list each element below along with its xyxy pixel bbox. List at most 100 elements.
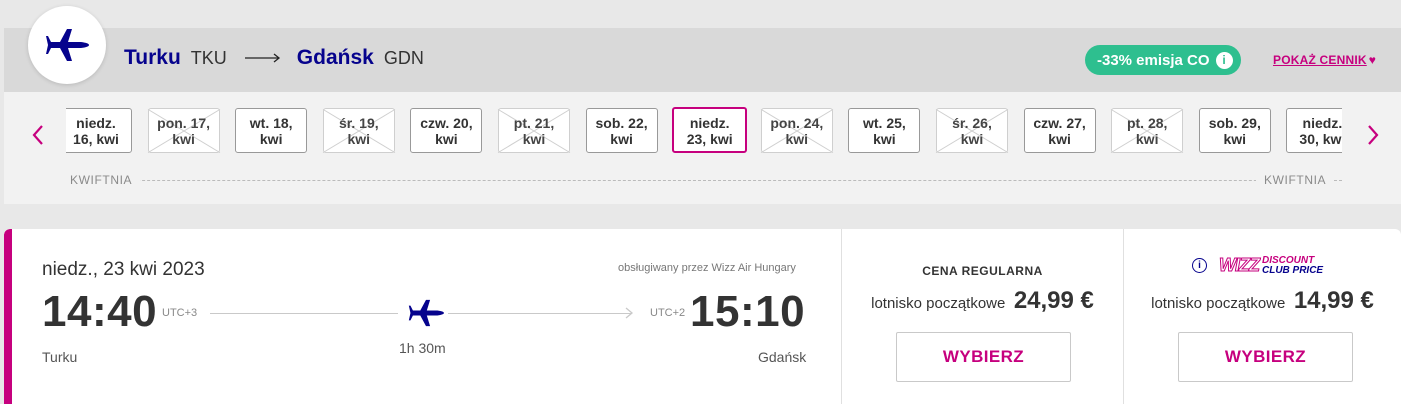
arrival-time: 15:10 (690, 287, 806, 336)
date-tile-day: czw. 27, (1033, 115, 1086, 131)
departure-time: 14:40 (42, 287, 158, 336)
select-club-fare-button[interactable]: WYBIERZ (1178, 332, 1353, 382)
flight-duration: 1h 30m (399, 340, 446, 356)
destination-code: GDN (383, 47, 424, 68)
date-tile-day: pt. 28, (1126, 115, 1168, 131)
heart-icon: ♥ (1368, 53, 1377, 67)
club-fare: i WIZZ DISCOUNT CLUB PRICE lotnisko pocz… (1123, 229, 1401, 404)
date-tile-day: wt. 25, (862, 115, 906, 131)
date-tile-day: pon. 17, (157, 115, 211, 131)
co2-emission-badge[interactable]: -33% emisja CO i (1085, 45, 1241, 75)
airplane-icon (46, 29, 89, 61)
date-tile-date: kwi (522, 131, 546, 147)
date-tile[interactable]: czw. 27, kwi (1023, 108, 1096, 153)
fare-label: lotnisko początkowe (1151, 295, 1286, 312)
select-regular-fare-button[interactable]: WYBIERZ (896, 332, 1071, 382)
date-carousel: niedz. 16, kwi pon. 17, kwi wt. 18, kwi śr. 19… (4, 92, 1401, 204)
wizz-logo-mark: WIZZ (1219, 255, 1261, 276)
arrival-utc: UTC+2 (650, 307, 686, 319)
origin-code: TKU (190, 47, 227, 68)
date-tile[interactable]: czw. 20, kwi (410, 108, 483, 153)
selected-accent-bar (4, 229, 12, 404)
arrow-head-icon (625, 307, 634, 319)
wizz-discount-club-logo: WIZZ DISCOUNT CLUB PRICE (1219, 254, 1324, 276)
date-tile-day: śr. 19, (338, 115, 379, 131)
month-label-right: KWIFTNIA (1256, 173, 1335, 187)
date-tile[interactable]: wt. 25, kwi (848, 108, 921, 153)
date-tile-date: kwi (1048, 131, 1071, 147)
track-line (210, 313, 398, 314)
date-tile-day: czw. 20, (420, 115, 473, 131)
date-tile-date: kwi (960, 131, 984, 147)
departure-utc: UTC+3 (162, 307, 198, 319)
date-list: niedz. 16, kwi pon. 17, kwi wt. 18, kwi śr. 19… (66, 107, 1342, 155)
operated-by: obsługiwany przez Wizz Air Hungary (618, 262, 796, 274)
date-tile-day: wt. 18, (249, 115, 293, 131)
club-fare-header: i WIZZ DISCOUNT CLUB PRICE (1192, 255, 1323, 276)
date-tile[interactable]: pon. 17, kwi (147, 108, 220, 153)
date-tile[interactable]: sob. 29, kwi (1198, 108, 1271, 153)
date-tile-date: kwi (259, 131, 283, 147)
date-tile-date: 30, kwi (1299, 131, 1342, 147)
info-icon[interactable]: i (1192, 258, 1207, 273)
track-line (448, 313, 632, 314)
regular-fare-price: lotnisko początkowe 24,99 € (842, 287, 1123, 315)
date-tile-date: kwi (435, 131, 458, 147)
fare-label: lotnisko początkowe (871, 295, 1006, 312)
flight-date: niedz., 23 kwi 2023 (42, 259, 205, 280)
date-tile[interactable]: pt. 21, kwi (498, 108, 570, 153)
date-tile-day: śr. 26, (952, 115, 992, 131)
show-prices-link[interactable]: POKAŻ CENNIK ♥ (1273, 53, 1376, 67)
date-tile-selected[interactable]: niedz. 23, kwi (672, 107, 748, 153)
date-tile[interactable]: pt. 28, kwi (1111, 108, 1184, 153)
route-summary: Turku TKU Gdańsk GDN (124, 46, 424, 70)
date-tile-day: niedz. (76, 115, 116, 131)
logo-line-club-price: CLUB PRICE (1261, 264, 1324, 276)
arrival-city: Gdańsk (758, 349, 807, 365)
info-icon[interactable]: i (1215, 51, 1233, 69)
date-tile-date: 16, kwi (73, 131, 119, 147)
flight-search-page: Turku TKU Gdańsk GDN -33% emisja CO i PO… (0, 0, 1401, 404)
date-tile[interactable]: śr. 26, kwi (936, 108, 1008, 153)
regular-fare-title: CENA REGULARNA (922, 264, 1043, 278)
date-tile[interactable]: sob. 22, kwi (585, 108, 658, 153)
flight-logo (28, 6, 106, 84)
departure-city: Turku (42, 349, 78, 365)
long-arrow-icon (244, 53, 280, 63)
date-tile-day: pon. 24, (770, 115, 824, 131)
co2-emission-text: -33% emisja CO (1097, 51, 1210, 69)
date-tile-date: kwi (785, 131, 809, 147)
chevron-right-icon[interactable] (1361, 120, 1385, 150)
month-divider (72, 180, 1342, 181)
fare-amount: 24,99 € (1013, 287, 1094, 314)
airplane-icon (408, 299, 444, 327)
date-tile-date: kwi (1135, 131, 1159, 147)
date-tile-day: niedz. (1302, 115, 1342, 131)
month-label-left: KWIFTNIA (62, 173, 141, 187)
origin-city: Turku (124, 46, 181, 69)
date-tile-date: 23, kwi (686, 131, 733, 147)
date-tile[interactable]: niedz. 16, kwi (66, 108, 132, 153)
club-fare-price: lotnisko początkowe 14,99 € (1124, 287, 1401, 315)
date-tile-day: sob. 29, (1208, 115, 1261, 131)
date-tile[interactable]: wt. 18, kwi (235, 108, 308, 153)
date-tile-date: kwi (172, 131, 195, 147)
date-tile[interactable]: śr. 19, kwi (322, 108, 395, 153)
fare-amount: 14,99 € (1293, 287, 1374, 314)
chevron-left-icon[interactable] (26, 120, 50, 150)
flight-track (210, 299, 640, 332)
date-tile-day: niedz. (689, 115, 730, 131)
date-tile-date: kwi (610, 131, 633, 147)
date-tile-date: kwi (347, 131, 371, 147)
date-tile[interactable]: pon. 24, kwi (760, 108, 833, 153)
flight-card: niedz., 23 kwi 2023 obsługiwany przez Wi… (4, 229, 1401, 404)
logo-line-discount: DISCOUNT (1261, 254, 1315, 266)
date-tile-day: pt. 21, (513, 115, 555, 131)
destination-city: Gdańsk (296, 46, 374, 69)
date-tile[interactable]: niedz. 30, kwi (1286, 108, 1342, 153)
date-tile-date: kwi (1223, 131, 1247, 147)
regular-fare: CENA REGULARNA lotnisko początkowe 24,99… (841, 229, 1123, 404)
date-tile-day: sob. 22, (595, 115, 648, 131)
date-tile-date: kwi (873, 131, 896, 147)
show-prices-label: POKAŻ CENNIK (1273, 53, 1367, 67)
